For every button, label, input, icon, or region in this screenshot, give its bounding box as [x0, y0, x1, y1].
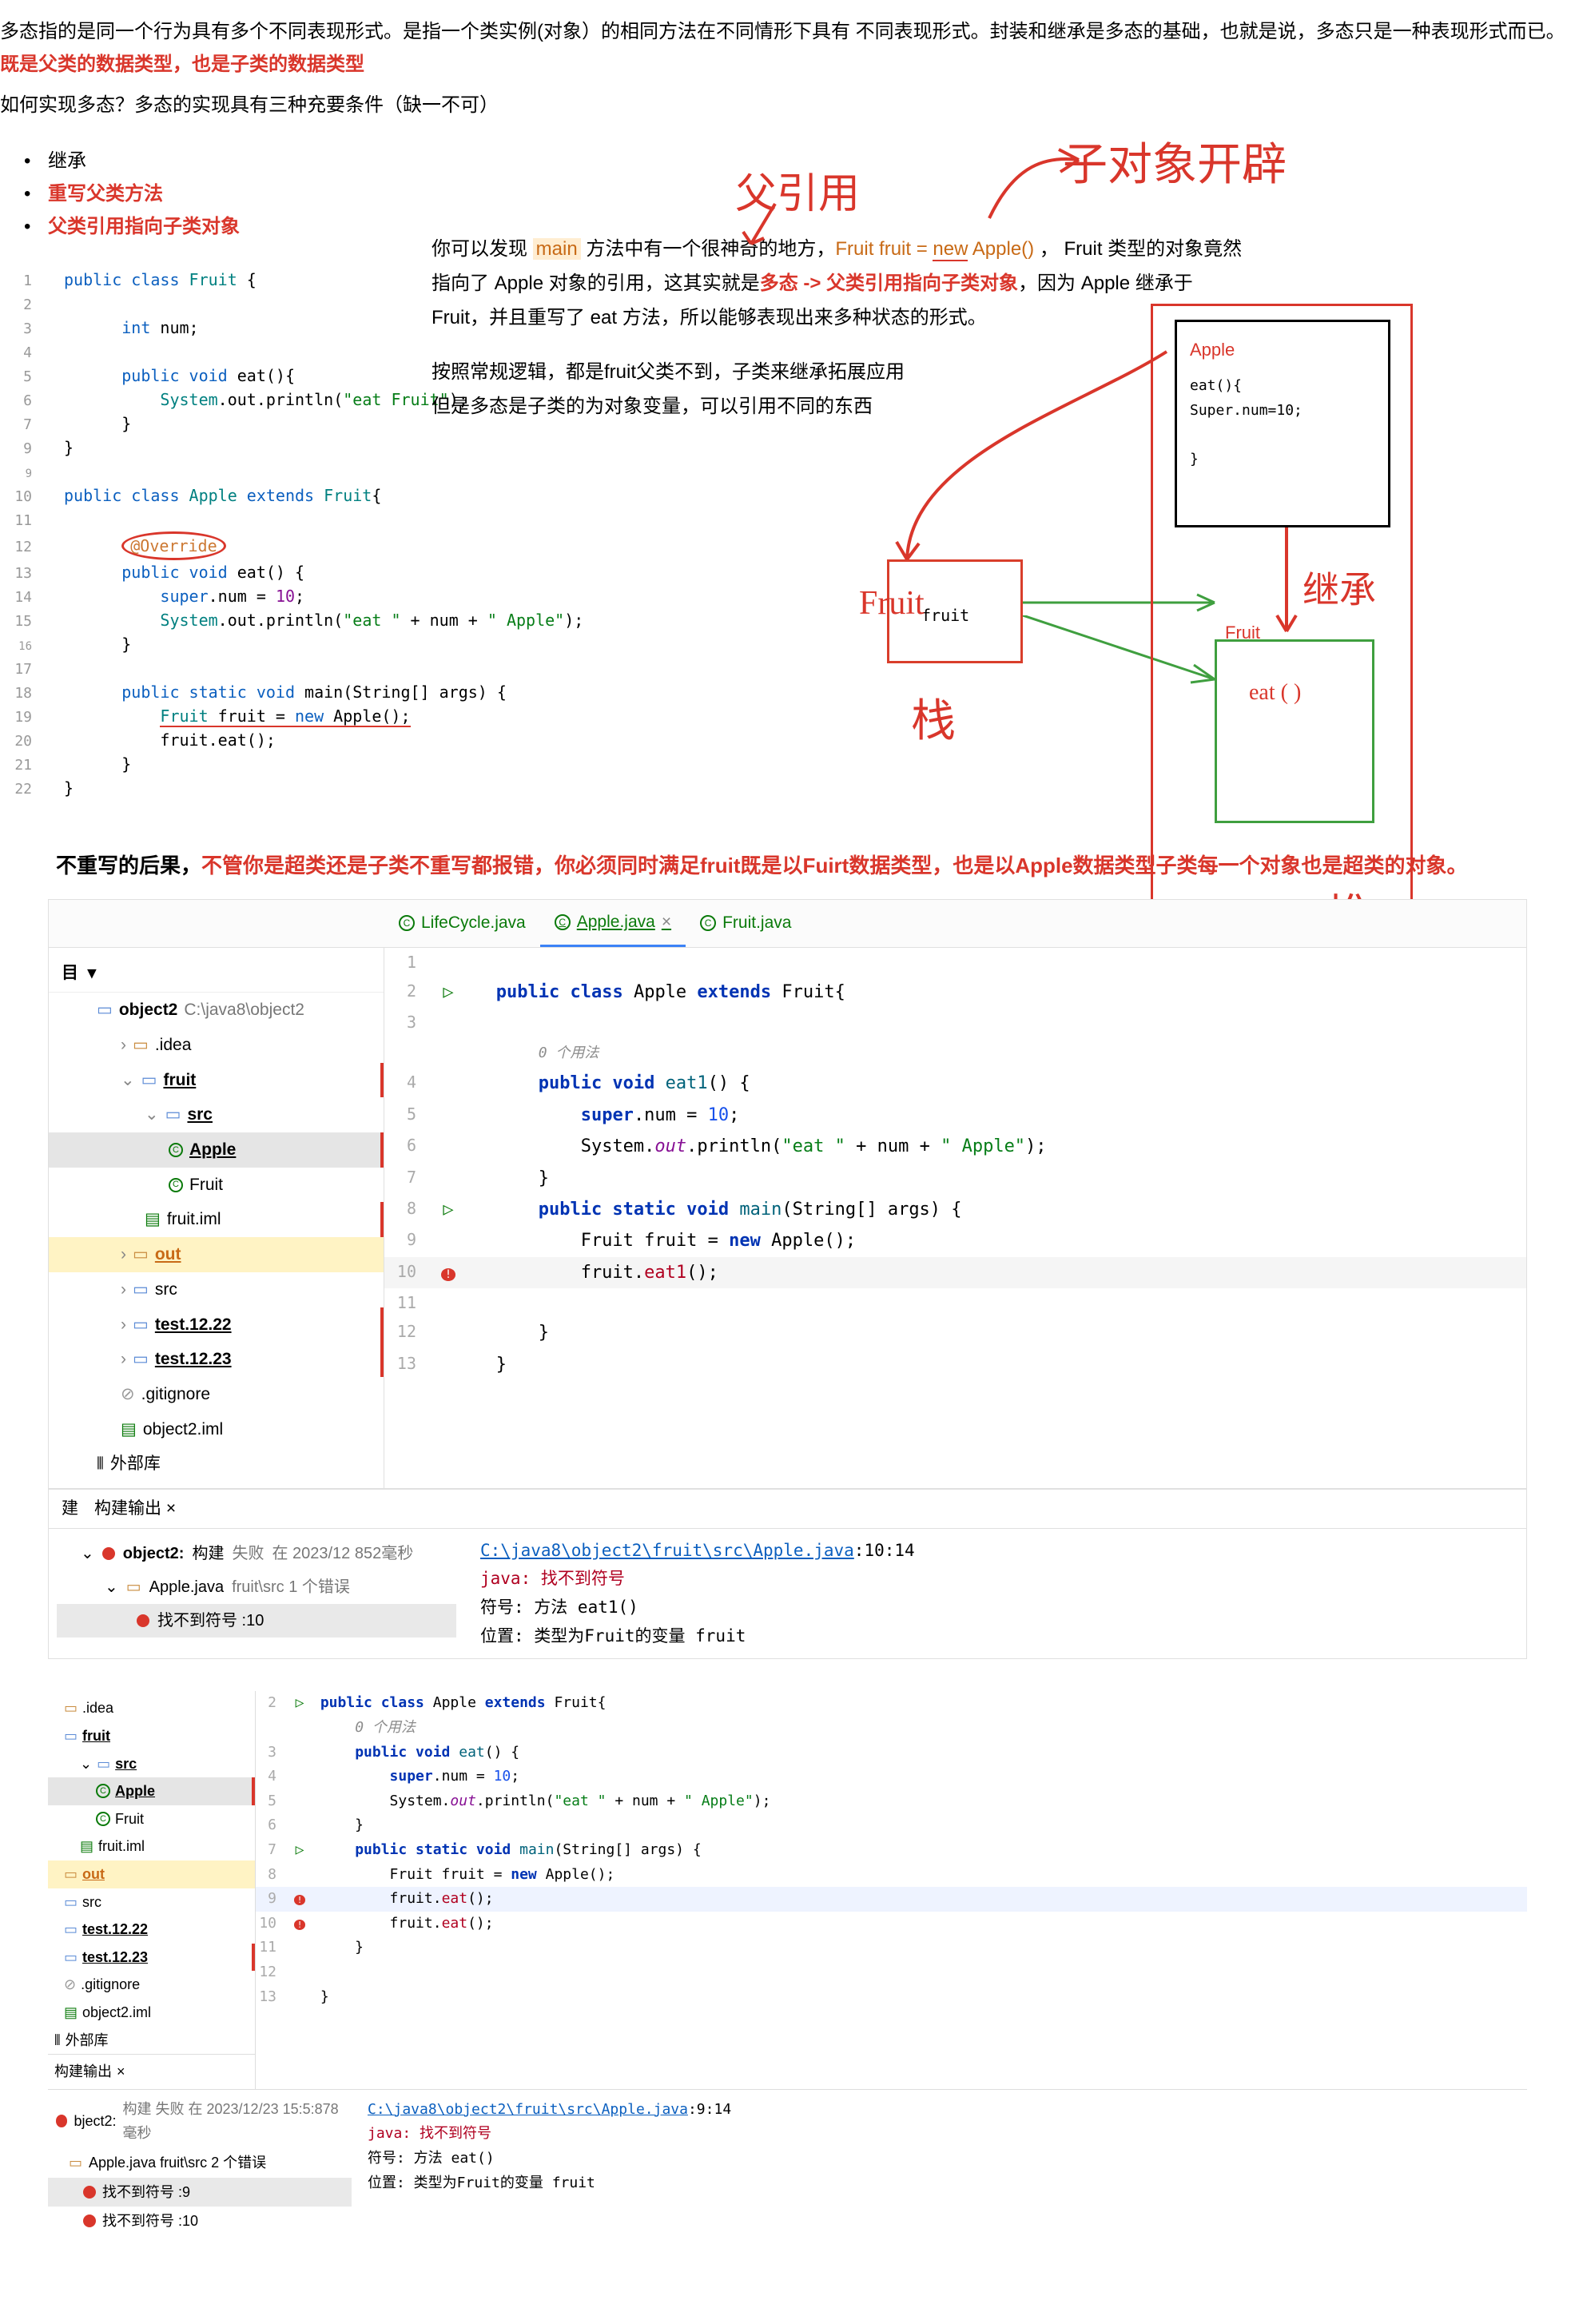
tab-apple[interactable]: CApple.java × [540, 900, 686, 947]
s-fruit[interactable]: ▭fruit [48, 1722, 255, 1750]
section2-title: 不重写的后果，不管你是超类还是子类不重写都报错，你必须同时满足fruit既是以F… [56, 848, 1575, 883]
hand-stack: 栈 [911, 684, 956, 760]
tree-test2[interactable]: ›▭test.12.23 [49, 1342, 384, 1377]
s-lib[interactable]: ⫴外部库 [48, 2027, 255, 2055]
tree-test1[interactable]: ›▭test.12.22 [49, 1307, 384, 1343]
s-git[interactable]: ⊘.gitignore [48, 1971, 255, 1999]
s-src2[interactable]: ▭src [48, 1888, 255, 1916]
intro-2: 如何实现多态？多态的实现具有三种充要条件（缺一不可） [0, 90, 1575, 122]
s-apple[interactable]: CApple [48, 1777, 255, 1805]
error-badge-icon: ! [441, 1268, 455, 1281]
s-iml[interactable]: ▤fruit.iml [48, 1833, 255, 1860]
s-out[interactable]: ▭out [48, 1860, 255, 1888]
hand-parent-ref: 父引用 [735, 160, 860, 230]
tree-src2[interactable]: ›▭src [49, 1272, 384, 1307]
diagram-fruit-box: Fruit eat ( ) [1215, 639, 1374, 823]
hand-extends: 继承 [1303, 559, 1376, 622]
tree-iml[interactable]: ▤fruit.iml [49, 1202, 384, 1237]
tree-out[interactable]: ›▭out [49, 1237, 384, 1272]
explanation-box: 你可以发现 main 方法中有一个很神奇的地方，Fruit fruit = ne… [432, 232, 1255, 424]
tree-libs[interactable]: ⫴外部库 [49, 1447, 384, 1482]
editor-tabs: CLifeCycle.java CApple.java × CFruit.jav… [49, 900, 1526, 948]
build-panel-1: 建 构建输出 × ⌄object2: 构建 失败 在 2023/12 852毫秒… [48, 1489, 1527, 1659]
build-tab-build[interactable]: 建 [62, 1494, 78, 1523]
build-output: C:\java8\object2\fruit\src\Apple.java:10… [456, 1537, 1518, 1651]
build-tab-output[interactable]: 构建输出 × [94, 1494, 176, 1523]
hand-child-heap: 子对象开辟 [1063, 128, 1287, 204]
sb-err2[interactable]: 找不到符号 :10 [48, 2207, 352, 2236]
build-panel-2: bject2: 构建 失败 在 2023/12/23 15:5:878毫秒 ▭A… [48, 2089, 1527, 2241]
s-idea[interactable]: ▭.idea [48, 1694, 255, 1722]
sb-root[interactable]: bject2: 构建 失败 在 2023/12/23 15:5:878毫秒 [48, 2095, 352, 2148]
tree-src[interactable]: ⌄▭src [49, 1097, 384, 1132]
code-editor-2[interactable]: 2▷ public class Apple extends Fruit{ 0 个… [256, 1691, 1527, 2088]
tab-lifecycle[interactable]: CLifeCycle.java [384, 900, 540, 947]
intro-1: 多态指的是同一个行为具有多个不同表现形式。是指一个类实例(对象）的相同方法在不同… [0, 16, 1575, 82]
project-tree: 目 ▾ ▭object2 C:\java8\object2 ›▭.idea ⌄▭… [49, 948, 384, 1488]
project-tree-2: ▭.idea ▭fruit ⌄▭src CApple CFruit ▤fruit… [48, 1691, 256, 2088]
build-error-row[interactable]: 找不到符号 :10 [57, 1604, 456, 1638]
s-src[interactable]: ⌄▭src [48, 1750, 255, 1778]
error-icon [102, 1547, 115, 1560]
sb-output: C:\java8\object2\fruit\src\Apple.java:9:… [352, 2090, 1527, 2241]
s-build-tab[interactable]: 构建输出 × [48, 2054, 255, 2086]
diagram-apple-box: Apple eat(){ Super.num=10; } [1175, 320, 1390, 527]
build-root[interactable]: ⌄object2: 构建 失败 在 2023/12 852毫秒 [57, 1537, 456, 1570]
hand-fruit-label: Fruit [859, 575, 925, 632]
tree-root[interactable]: ▭object2 C:\java8\object2 [49, 993, 384, 1028]
s-Fruit[interactable]: CFruit [48, 1805, 255, 1833]
code-editor-1[interactable]: 1 2▷ public class Apple extends Fruit{ 3… [384, 948, 1526, 1488]
sb-file[interactable]: ▭Apple.java fruit\src 2 个错误 [48, 2148, 352, 2178]
tree-apple[interactable]: CApple [49, 1132, 384, 1168]
tab-fruit[interactable]: CFruit.java [686, 900, 805, 947]
tree-header[interactable]: 目 ▾ [49, 954, 384, 993]
tree-fruit-file[interactable]: CFruit [49, 1168, 384, 1203]
s-t2[interactable]: ▭test.12.23 [48, 1944, 255, 1972]
sb-err1[interactable]: 找不到符号 :9 [48, 2178, 352, 2207]
tree-obj-iml[interactable]: ▤object2.iml [49, 1412, 384, 1447]
s-t1[interactable]: ▭test.12.22 [48, 1916, 255, 1944]
s-obj[interactable]: ▤object2.iml [48, 1999, 255, 2027]
close-icon[interactable]: × [662, 908, 671, 937]
ide-1: CLifeCycle.java CApple.java × CFruit.jav… [48, 899, 1527, 1489]
tree-idea[interactable]: ›▭.idea [49, 1028, 384, 1063]
tree-gitignore[interactable]: ⊘.gitignore [49, 1377, 384, 1412]
build-file[interactable]: ⌄▭Apple.java fruit\src 1 个错误 [57, 1570, 456, 1604]
tree-fruit[interactable]: ⌄▭fruit [49, 1063, 384, 1098]
ide-2: ▭.idea ▭fruit ⌄▭src CApple CFruit ▤fruit… [48, 1691, 1527, 2088]
